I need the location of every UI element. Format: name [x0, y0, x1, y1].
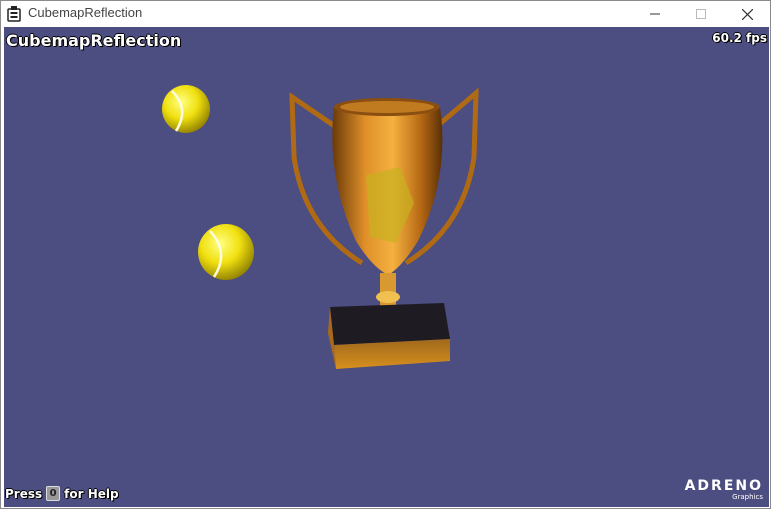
app-title-overlay: CubemapReflection: [6, 31, 182, 50]
logo-brand: ADRENO: [684, 478, 763, 494]
3d-scene: [162, 85, 479, 369]
tennis-ball-top: [162, 85, 210, 133]
app-icon: [7, 6, 21, 22]
maximize-icon: [696, 9, 706, 19]
fps-counter: 60.2 fps: [712, 31, 767, 45]
window-title: CubemapReflection: [28, 5, 143, 20]
maximize-button[interactable]: [678, 1, 724, 27]
trophy: [289, 87, 479, 369]
title-bar[interactable]: CubemapReflection: [1, 1, 770, 27]
help-hint: Press 0 for Help: [5, 486, 119, 501]
logo-sub: Graphics: [732, 493, 763, 501]
minimize-button[interactable]: [632, 1, 678, 27]
minimize-icon: [650, 13, 660, 15]
app-window: CubemapReflection CubemapReflection 60.2…: [0, 0, 771, 509]
tennis-ball-bottom: [198, 224, 254, 280]
help-suffix: for Help: [64, 486, 119, 501]
close-icon: [741, 8, 753, 20]
help-prefix: Press: [5, 486, 43, 501]
help-key: 0: [46, 486, 61, 501]
adreno-logo: ADRENO Graphics: [685, 479, 763, 501]
close-button[interactable]: [724, 1, 770, 27]
render-viewport[interactable]: CubemapReflection 60.2 fps Press 0 for H…: [4, 27, 769, 507]
